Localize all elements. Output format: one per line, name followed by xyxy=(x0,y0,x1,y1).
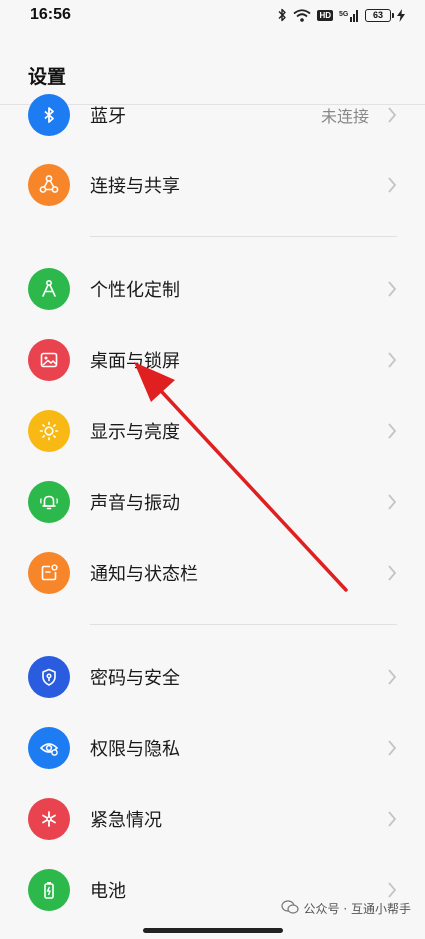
settings-item-sound-vibration[interactable]: 声音与振动 xyxy=(0,471,425,533)
settings-item-display-brightness[interactable]: 显示与亮度 xyxy=(0,400,425,462)
sun-icon xyxy=(28,410,70,452)
home-indicator[interactable] xyxy=(143,928,283,933)
settings-item-value: 未连接 xyxy=(320,107,369,126)
image-icon xyxy=(28,339,70,381)
chevron-right-icon xyxy=(385,562,399,584)
settings-item-permissions-privacy[interactable]: 权限与隐私 xyxy=(0,717,425,779)
watermark-text: 公众号 · 互通小帮手 xyxy=(303,902,411,916)
settings-item-label: 紧急情况 xyxy=(90,810,162,831)
signal-icon: 5G xyxy=(339,9,359,22)
settings-item-label: 显示与亮度 xyxy=(90,422,180,443)
settings-item-desktop-lockscreen[interactable]: 桌面与锁屏 xyxy=(0,329,425,391)
wechat-icon xyxy=(280,900,299,917)
bluetooth-status-icon xyxy=(277,8,287,22)
chevron-right-icon xyxy=(385,420,399,442)
settings-item-notification-statusbar[interactable]: 通知与状态栏 xyxy=(0,542,425,604)
hd-badge: HD xyxy=(317,9,333,21)
settings-item-label: 权限与隐私 xyxy=(90,739,180,760)
settings-item-connection-share[interactable]: 连接与共享 xyxy=(0,154,425,216)
chevron-right-icon xyxy=(385,737,399,759)
settings-item-label: 密码与安全 xyxy=(90,668,180,689)
settings-item-label: 桌面与锁屏 xyxy=(90,351,180,372)
chevron-right-icon xyxy=(385,808,399,830)
watermark: 公众号 · 互通小帮手 xyxy=(280,900,411,917)
notification-icon xyxy=(28,552,70,594)
compass-icon xyxy=(28,268,70,310)
settings-item-bluetooth[interactable]: 蓝牙 未连接 xyxy=(0,84,425,146)
settings-item-label: 通知与状态栏 xyxy=(90,564,198,585)
settings-item-label: 电池 xyxy=(90,881,126,902)
settings-item-label: 声音与振动 xyxy=(90,493,180,514)
chevron-right-icon xyxy=(385,104,399,126)
settings-item-label: 蓝牙 xyxy=(90,106,126,127)
chevron-right-icon xyxy=(385,491,399,513)
asterisk-icon xyxy=(28,798,70,840)
settings-item-personalization[interactable]: 个性化定制 xyxy=(0,258,425,320)
battery-icon xyxy=(28,869,70,911)
status-bar: 16:56 HD 5G 63 xyxy=(0,0,425,30)
chevron-right-icon xyxy=(385,879,399,901)
bluetooth-icon xyxy=(28,94,70,136)
wifi-icon xyxy=(293,8,312,22)
shield-icon xyxy=(28,656,70,698)
status-icons: HD 5G 63 xyxy=(277,8,405,22)
charging-icon xyxy=(397,8,405,22)
group-divider xyxy=(90,236,397,237)
status-time: 16:56 xyxy=(30,6,71,23)
settings-item-password-security[interactable]: 密码与安全 xyxy=(0,646,425,708)
settings-item-emergency[interactable]: 紧急情况 xyxy=(0,788,425,850)
bell-icon xyxy=(28,481,70,523)
group-divider xyxy=(90,624,397,625)
chevron-right-icon xyxy=(385,666,399,688)
settings-item-label: 个性化定制 xyxy=(90,280,180,301)
share-icon xyxy=(28,164,70,206)
chevron-right-icon xyxy=(385,349,399,371)
eye-icon xyxy=(28,727,70,769)
chevron-right-icon xyxy=(385,278,399,300)
svg-text:5G: 5G xyxy=(339,11,349,18)
chevron-right-icon xyxy=(385,174,399,196)
battery-indicator: 63 xyxy=(365,8,394,22)
settings-item-label: 连接与共享 xyxy=(90,176,180,197)
